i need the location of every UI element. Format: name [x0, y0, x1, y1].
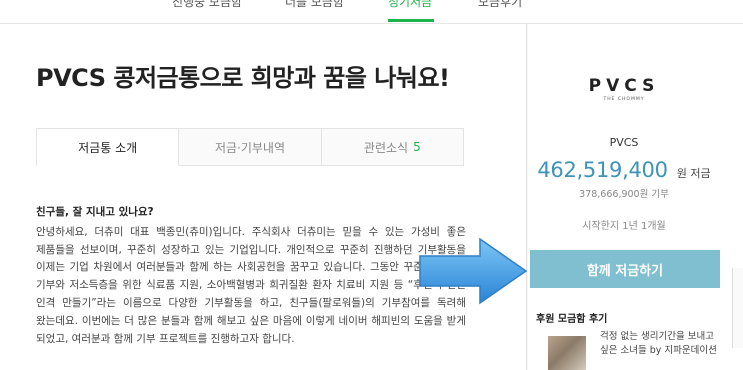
- started-duration: 시작한지 1년 1개월: [582, 221, 666, 232]
- page-title: PVCS 콩저금통으로 희망과 꿈을 나눠요!: [36, 64, 450, 92]
- review-thumbnail[interactable]: [548, 336, 586, 370]
- tab-news-label: 관련소식: [363, 140, 409, 155]
- nav-tab-regular-saving[interactable]: 정기저금: [388, 0, 432, 10]
- logo-subtitle: THE CHOMMY: [603, 97, 645, 102]
- tab-introduction[interactable]: 저금통 소개: [36, 128, 180, 166]
- saved-amount-unit: 원 저금: [676, 167, 711, 180]
- saved-amount: 462,519,400 원 저금: [528, 158, 720, 182]
- tab-introduction-label: 저금통 소개: [78, 140, 138, 155]
- pvcs-logo: PVCS THE CHOMMY: [588, 76, 660, 102]
- article-lead: 친구들, 잘 지내고 있나요?: [36, 206, 154, 218]
- donated-amount: 378,666,900원 기부: [579, 189, 669, 200]
- tab-history[interactable]: 저금·기부내역: [179, 128, 322, 166]
- save-together-button[interactable]: 함께 저금하기: [530, 250, 720, 288]
- logo-wordmark: PVCS: [588, 76, 660, 96]
- article-paragraph: 안녕하세요, 더츄미 대표 백종민(츄미)입니다. 주식회사 더츄미는 믿을 수…: [36, 225, 466, 345]
- review-heading: 후원 모금함 후기: [536, 314, 608, 325]
- article-body: 친구들, 잘 지내고 있나요? 안녕하세요, 더츄미 대표 백종민(츄미)입니다…: [36, 204, 466, 348]
- active-tab-underline: [388, 19, 434, 22]
- nav-tab-for-you[interactable]: 너를 모금함: [285, 0, 344, 10]
- content-tabs: 저금통 소개 저금·기부내역 관련소식 5: [36, 128, 464, 166]
- page: 진행중 모금함 너를 모금함 정기저금 모금후기 PVCS 콩저금통으로 희망과…: [0, 0, 743, 370]
- nav-tab-reviews[interactable]: 모금후기: [478, 0, 522, 10]
- top-navigation: 진행중 모금함 너를 모금함 정기저금 모금후기: [0, 0, 743, 24]
- main-content: PVCS 콩저금통으로 희망과 꿈을 나눠요! 저금통 소개 저금·기부내역 관…: [0, 24, 527, 370]
- news-count-badge: 5: [413, 140, 421, 154]
- tab-history-label: 저금·기부내역: [214, 140, 286, 155]
- review-link[interactable]: 걱정 없는 생리기간을 보내고 싶은 소녀들 by 지파운데이션: [600, 330, 720, 358]
- org-name: PVCS: [609, 136, 639, 149]
- side-panel: PVCS THE CHOMMY PVCS 462,519,400 원 저금 37…: [528, 24, 743, 370]
- scroll-rail[interactable]: [732, 268, 743, 348]
- arrow-icon: [419, 237, 528, 305]
- saved-amount-number: 462,519,400: [537, 158, 668, 182]
- tab-news[interactable]: 관련소식 5: [321, 128, 464, 166]
- nav-tab-ongoing[interactable]: 진행중 모금함: [172, 0, 242, 10]
